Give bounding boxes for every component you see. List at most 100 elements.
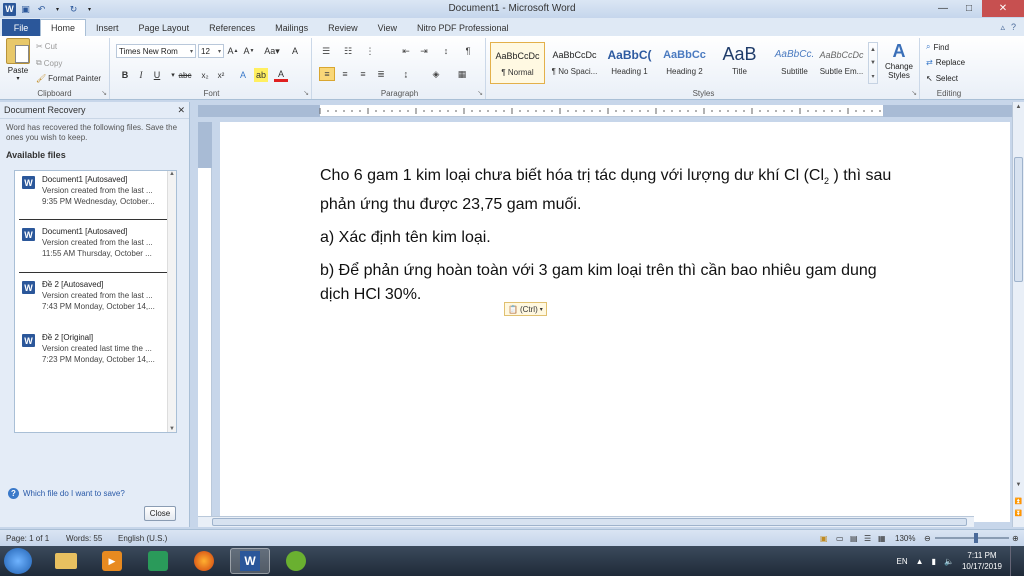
- multilevel-list-icon[interactable]: ⋮: [362, 44, 378, 58]
- paste-button[interactable]: Paste ▾: [4, 38, 32, 82]
- redo-icon[interactable]: ↻: [67, 3, 80, 16]
- save-icon[interactable]: ▣: [19, 3, 32, 16]
- align-center-icon[interactable]: ≡: [337, 67, 353, 81]
- app-icon[interactable]: [138, 548, 178, 574]
- zoom-slider[interactable]: [935, 533, 1009, 543]
- chevron-up-icon[interactable]: ▲: [1013, 104, 1024, 115]
- print-layout-icon[interactable]: ▣: [820, 534, 828, 543]
- superscript-icon[interactable]: x²: [214, 68, 228, 82]
- bullets-icon[interactable]: ☰: [318, 44, 334, 58]
- close-icon[interactable]: ✕: [177, 105, 185, 115]
- media-player-icon[interactable]: ▶: [92, 548, 132, 574]
- strikethrough-icon[interactable]: abc: [176, 68, 194, 82]
- horizontal-ruler[interactable]: [198, 105, 1012, 117]
- find-button[interactable]: ⌕ Find: [926, 42, 949, 52]
- full-screen-icon[interactable]: ▭: [836, 534, 844, 543]
- maximize-button[interactable]: □: [956, 0, 982, 17]
- style-subtle-emphasis[interactable]: AaBbCcDc Subtle Em...: [814, 42, 869, 84]
- vertical-ruler[interactable]: [198, 122, 212, 522]
- tab-mailings[interactable]: Mailings: [265, 19, 318, 36]
- tab-home[interactable]: Home: [40, 19, 87, 36]
- input-language[interactable]: EN: [897, 557, 908, 566]
- previous-page-icon[interactable]: ⏫: [1013, 498, 1024, 509]
- align-left-icon[interactable]: ≡: [319, 67, 335, 81]
- chevron-up-icon[interactable]: ▲: [168, 171, 176, 177]
- cut-button[interactable]: ✂ Cut: [36, 42, 57, 51]
- format-painter-button[interactable]: 🖌 Format Painter: [36, 74, 101, 83]
- list-item[interactable]: W Đề 2 [Original] Version created last t…: [19, 331, 167, 379]
- start-button[interactable]: [4, 548, 32, 574]
- firefox-icon[interactable]: [184, 548, 224, 574]
- copy-button[interactable]: ⧉ Copy: [36, 58, 62, 68]
- dialog-launcher-icon[interactable]: ↘: [303, 89, 309, 97]
- customize-qat-icon[interactable]: ▾: [83, 3, 96, 16]
- list-item[interactable]: W Document1 [Autosaved] Version created …: [19, 225, 167, 273]
- zoom-level[interactable]: 130%: [895, 534, 915, 543]
- list-scrollbar[interactable]: ▲ ▼: [167, 171, 176, 432]
- style-no-spacing[interactable]: AaBbCcDc ¶ No Spaci...: [547, 42, 602, 84]
- help-link[interactable]: ? Which file do I want to save?: [8, 488, 125, 499]
- font-color-icon[interactable]: A: [274, 68, 288, 82]
- justify-icon[interactable]: ≣: [373, 67, 389, 81]
- style-title[interactable]: AaB Title: [712, 42, 767, 84]
- word-app-icon[interactable]: W: [3, 2, 16, 16]
- network-icon[interactable]: ▮: [932, 557, 936, 566]
- borders-icon[interactable]: ▦: [454, 67, 470, 81]
- change-case-icon[interactable]: Aa▾: [262, 44, 282, 58]
- more-icon[interactable]: ▾: [871, 73, 874, 80]
- file-explorer-icon[interactable]: [46, 548, 86, 574]
- scrollbar-thumb[interactable]: [212, 518, 967, 526]
- tab-insert[interactable]: Insert: [86, 19, 129, 36]
- undo-icon[interactable]: ↶: [35, 3, 48, 16]
- font-size-combobox[interactable]: 12 ▾: [198, 44, 224, 58]
- document-page[interactable]: Cho 6 gam 1 kim loại chưa biết hóa trị t…: [220, 122, 1010, 522]
- vertical-scrollbar[interactable]: ▲ ▼ ⏫ ⏬: [1012, 102, 1024, 527]
- tray-expand-icon[interactable]: ▲: [916, 557, 924, 566]
- close-button[interactable]: Close: [144, 506, 176, 521]
- outline-icon[interactable]: ☰: [864, 534, 871, 543]
- show-desktop-button[interactable]: [1010, 546, 1018, 576]
- chevron-down-icon[interactable]: ▾: [51, 3, 64, 16]
- help-icon[interactable]: ?: [1011, 22, 1016, 33]
- numbering-icon[interactable]: ☷: [340, 44, 356, 58]
- language-indicator[interactable]: English (U.S.): [118, 534, 167, 543]
- bold-icon[interactable]: B: [118, 68, 132, 82]
- zoom-slider-knob[interactable]: [973, 533, 978, 543]
- highlight-icon[interactable]: ab: [254, 68, 268, 82]
- chevron-up-icon[interactable]: ▲: [870, 47, 876, 53]
- close-window-button[interactable]: ✕: [982, 0, 1024, 17]
- text-effects-icon[interactable]: A: [236, 68, 250, 82]
- tab-review[interactable]: Review: [318, 19, 368, 36]
- zoom-out-icon[interactable]: ⊖: [924, 534, 931, 543]
- web-layout-icon[interactable]: ▤: [850, 534, 858, 543]
- font-name-combobox[interactable]: Times New Rom ▾: [116, 44, 196, 58]
- style-heading-1[interactable]: AaBbC( Heading 1: [602, 42, 657, 84]
- tab-view[interactable]: View: [368, 19, 407, 36]
- increase-indent-icon[interactable]: ⇥: [416, 44, 432, 58]
- word-count[interactable]: Words: 55: [66, 534, 102, 543]
- word-taskbar-icon[interactable]: W: [230, 548, 270, 574]
- scrollbar-thumb[interactable]: [1014, 157, 1023, 282]
- tab-nitro-pdf[interactable]: Nitro PDF Professional: [407, 19, 519, 36]
- document-body[interactable]: Cho 6 gam 1 kim loại chưa biết hóa trị t…: [320, 164, 910, 316]
- style-normal[interactable]: AaBbCcDc ¶ Normal: [490, 42, 545, 84]
- grow-font-icon[interactable]: A ▲: [226, 44, 240, 58]
- minimize-button[interactable]: —: [930, 0, 956, 17]
- minimize-ribbon-icon[interactable]: ▵: [1000, 22, 1005, 33]
- draft-icon[interactable]: ▦: [878, 534, 886, 543]
- show-formatting-icon[interactable]: ¶: [460, 44, 476, 58]
- align-right-icon[interactable]: ≡: [355, 67, 371, 81]
- list-item[interactable]: W Document1 [Autosaved] Version created …: [19, 173, 167, 221]
- shrink-font-icon[interactable]: A ▼: [242, 44, 256, 58]
- zoom-in-icon[interactable]: ⊕: [1012, 534, 1019, 543]
- chevron-down-icon[interactable]: ▼: [1013, 482, 1024, 493]
- dialog-launcher-icon[interactable]: ↘: [101, 89, 107, 97]
- underline-icon[interactable]: U: [150, 68, 164, 82]
- select-button[interactable]: ↖ Select: [926, 74, 958, 83]
- tab-page-layout[interactable]: Page Layout: [129, 19, 200, 36]
- styles-gallery-scroll[interactable]: ▲ ▼ ▾: [868, 42, 878, 84]
- line-spacing-icon[interactable]: ↨: [398, 67, 414, 81]
- dialog-launcher-icon[interactable]: ↘: [911, 89, 917, 97]
- tab-file[interactable]: File: [2, 19, 40, 36]
- page-count[interactable]: Page: 1 of 1: [6, 534, 49, 543]
